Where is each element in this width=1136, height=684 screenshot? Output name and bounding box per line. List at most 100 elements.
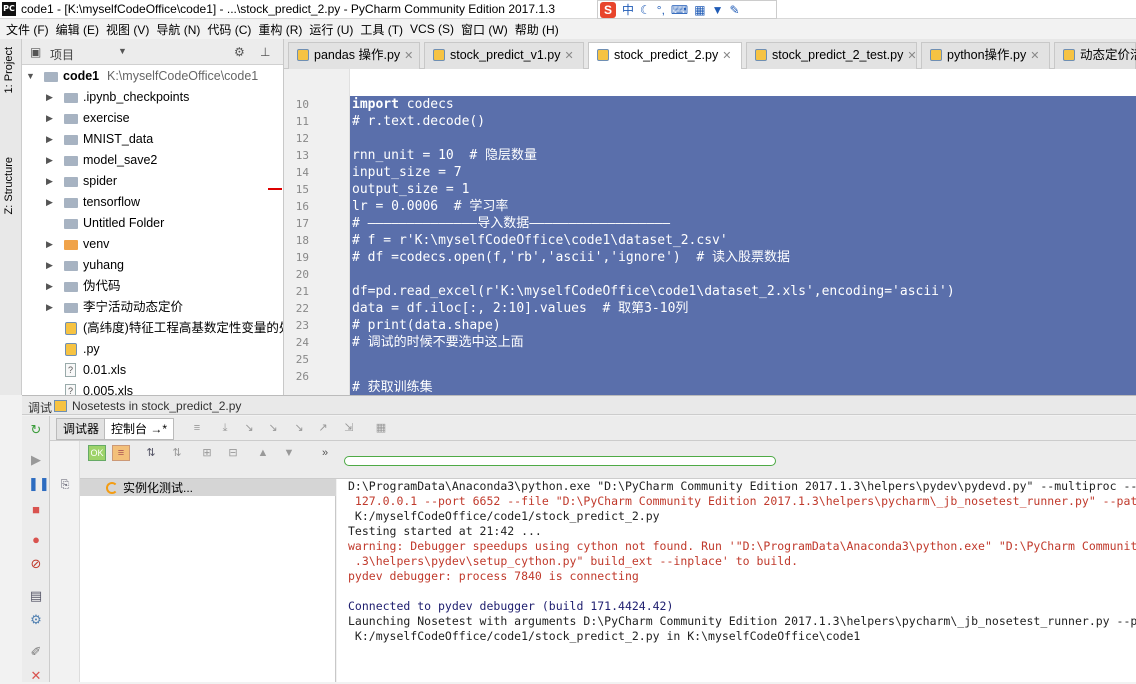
chevron-right-icon[interactable]: ▶ <box>46 297 53 318</box>
project-tree-item[interactable]: ▶ yuhang <box>22 255 283 276</box>
line-number: 26 <box>295 370 309 383</box>
console-action-column: ⎘ <box>50 441 80 682</box>
project-tree-item[interactable]: Untitled Folder <box>22 213 283 234</box>
project-view-label[interactable]: 项目 <box>50 46 74 63</box>
more-icon[interactable]: » <box>318 447 332 459</box>
hide-panel-icon[interactable]: ⊥ <box>260 45 270 59</box>
step-into-my-code-icon[interactable]: ↘ <box>266 422 280 434</box>
close-tab-icon[interactable]: ✕ <box>907 50 916 62</box>
pause-icon[interactable]: ❚❚ <box>28 476 50 492</box>
ime-mode-label[interactable]: 中 <box>622 1 634 18</box>
project-tree-item[interactable]: ▶ exercise <box>22 108 283 129</box>
menu-item[interactable]: 视图 (V) <box>106 21 156 38</box>
view-breakpoints-icon[interactable]: ● <box>28 532 44 548</box>
tab-project[interactable]: 1: Project <box>3 47 15 93</box>
project-tree-item[interactable]: ▶ 李宁活动动态定价 <box>22 297 283 318</box>
test-item[interactable]: 实例化测试... <box>106 480 193 496</box>
chevron-right-icon[interactable]: ▶ <box>46 255 53 276</box>
step-into-icon[interactable]: ↘ <box>242 422 256 434</box>
chevron-right-icon[interactable]: ▶ <box>46 108 53 129</box>
menu-item[interactable]: 导航 (N) <box>156 21 207 38</box>
editor-tab[interactable]: 动态定价活 <box>1054 42 1136 69</box>
chevron-right-icon[interactable]: ▶ <box>46 171 53 192</box>
menu-item[interactable]: 运行 (U) <box>309 21 360 38</box>
chevron-down-icon[interactable]: ▼ <box>118 46 127 56</box>
settings-icon[interactable]: ⚙ <box>28 612 44 628</box>
show-execution-point-icon[interactable]: ≡ <box>190 422 204 434</box>
project-tree-item[interactable]: ▶ 伪代码 <box>22 276 283 297</box>
editor-tab[interactable]: stock_predict_2.py ✕ <box>588 42 742 70</box>
sort-by-duration-icon[interactable]: ⇅ <box>170 447 184 459</box>
editor-tab[interactable]: stock_predict_2_test.py ✕ <box>746 42 917 69</box>
chevron-right-icon[interactable]: ▶ <box>46 129 53 150</box>
close-tab-icon[interactable]: ✕ <box>722 50 731 62</box>
chevron-right-icon[interactable]: ▶ <box>46 234 53 255</box>
stop-icon[interactable]: ■ <box>28 502 44 518</box>
step-out-icon[interactable]: ↗ <box>316 422 330 434</box>
project-tree-item[interactable]: ? 0.005.xls <box>22 381 283 395</box>
menu-item[interactable]: 代码 (C) <box>207 21 258 38</box>
sort-alphabetically-icon[interactable]: ⇅ <box>144 447 158 459</box>
chevron-right-icon[interactable]: ▶ <box>46 87 53 108</box>
wrench-icon[interactable]: ✎ <box>729 3 739 17</box>
mute-breakpoints-icon[interactable]: ⊘ <box>28 556 44 572</box>
export-results-icon[interactable]: ⎘ <box>58 479 72 491</box>
project-tree-item[interactable]: .py <box>22 339 283 360</box>
menu-item[interactable]: 窗口 (W) <box>461 21 515 38</box>
project-tree-item[interactable]: ▶ venv <box>22 234 283 255</box>
menu-item[interactable]: 重构 (R) <box>258 21 309 38</box>
project-tree-item[interactable]: ▶ .ipynb_checkpoints <box>22 87 283 108</box>
moon-icon[interactable]: ☾ <box>640 3 651 17</box>
menu-item[interactable]: 文件 (F) <box>6 21 56 38</box>
restore-layout-icon[interactable]: ▤ <box>28 588 44 604</box>
show-ignored-toggle-icon[interactable]: ≡ <box>112 445 130 461</box>
expand-all-icon[interactable]: ⊞ <box>200 447 214 459</box>
project-tree-item[interactable]: ▶ model_save2 <box>22 150 283 171</box>
close-tab-icon[interactable]: ✕ <box>404 50 413 62</box>
shirt-icon[interactable]: ▼ <box>712 3 724 17</box>
step-over-icon[interactable]: ⤓ <box>218 422 232 434</box>
resume-icon[interactable]: ▶ <box>28 452 44 468</box>
gear-icon[interactable]: ⚙ <box>234 45 245 59</box>
tab-structure[interactable]: Z: Structure <box>3 157 15 214</box>
sogou-icon[interactable]: S <box>600 1 616 18</box>
punctuation-icon[interactable]: °, <box>657 3 665 17</box>
editor-tab[interactable]: stock_predict_v1.py ✕ <box>424 42 584 69</box>
menu-item[interactable]: 编辑 (E) <box>56 21 106 38</box>
project-tree-item[interactable]: ▶ MNIST_data <box>22 129 283 150</box>
project-tree-item[interactable]: ? 0.01.xls <box>22 360 283 381</box>
project-tree-item[interactable]: (高纬度)特征工程高基数定性变量的处 <box>22 318 283 339</box>
collapse-all-icon[interactable]: ⊟ <box>226 447 240 459</box>
editor-tab[interactable]: pandas 操作.py ✕ <box>288 42 420 69</box>
chevron-right-icon[interactable]: ▶ <box>46 276 53 297</box>
project-view-icon[interactable]: ▣ <box>30 45 41 59</box>
editor-tab[interactable]: python操作.py ✕ <box>921 42 1050 69</box>
run-to-cursor-icon[interactable]: ⇲ <box>342 422 356 434</box>
close-tab-icon[interactable]: ✕ <box>1030 50 1039 62</box>
grid-icon[interactable]: ▦ <box>694 3 705 17</box>
menu-item[interactable]: 帮助 (H) <box>515 21 566 38</box>
chevron-right-icon[interactable]: ▶ <box>46 150 53 171</box>
pin-icon[interactable]: ✐ <box>28 644 44 660</box>
next-test-icon[interactable]: ▼ <box>282 447 296 459</box>
evaluate-expression-icon[interactable]: ▦ <box>374 422 388 434</box>
previous-test-icon[interactable]: ▲ <box>256 447 270 459</box>
menu-item[interactable]: 工具 (T) <box>360 21 410 38</box>
ime-toolbar[interactable]: S 中 ☾ °, ⌨ ▦ ▼ ✎ <box>597 0 777 19</box>
unknown-file-icon: ? <box>65 363 76 377</box>
rerun-icon[interactable]: ↻ <box>28 422 44 438</box>
keyboard-icon[interactable]: ⌨ <box>671 3 688 17</box>
code-editor[interactable]: import codecs # r.text.decode() rnn_unit =… <box>350 69 1136 395</box>
chevron-down-icon[interactable]: ▼ <box>26 66 35 87</box>
tab-debugger[interactable]: 调试器 <box>56 418 107 440</box>
project-root-row[interactable]: ▼ code1 K:\myselfCodeOffice\code1 <box>22 66 283 87</box>
chevron-right-icon[interactable]: ▶ <box>46 192 53 213</box>
project-tree-item[interactable]: ▶ spider <box>22 171 283 192</box>
console-output[interactable]: D:\ProgramData\Anaconda3\python.exe "D:\… <box>337 479 1136 682</box>
show-passed-toggle-icon[interactable]: OK <box>88 445 106 461</box>
force-step-into-icon[interactable]: ↘ <box>292 422 306 434</box>
menu-item[interactable]: VCS (S) <box>410 22 461 36</box>
close-tab-icon[interactable]: ✕ <box>564 50 573 62</box>
tab-console[interactable]: 控制台 →* <box>104 418 175 440</box>
project-tree-item[interactable]: ▶ tensorflow <box>22 192 283 213</box>
